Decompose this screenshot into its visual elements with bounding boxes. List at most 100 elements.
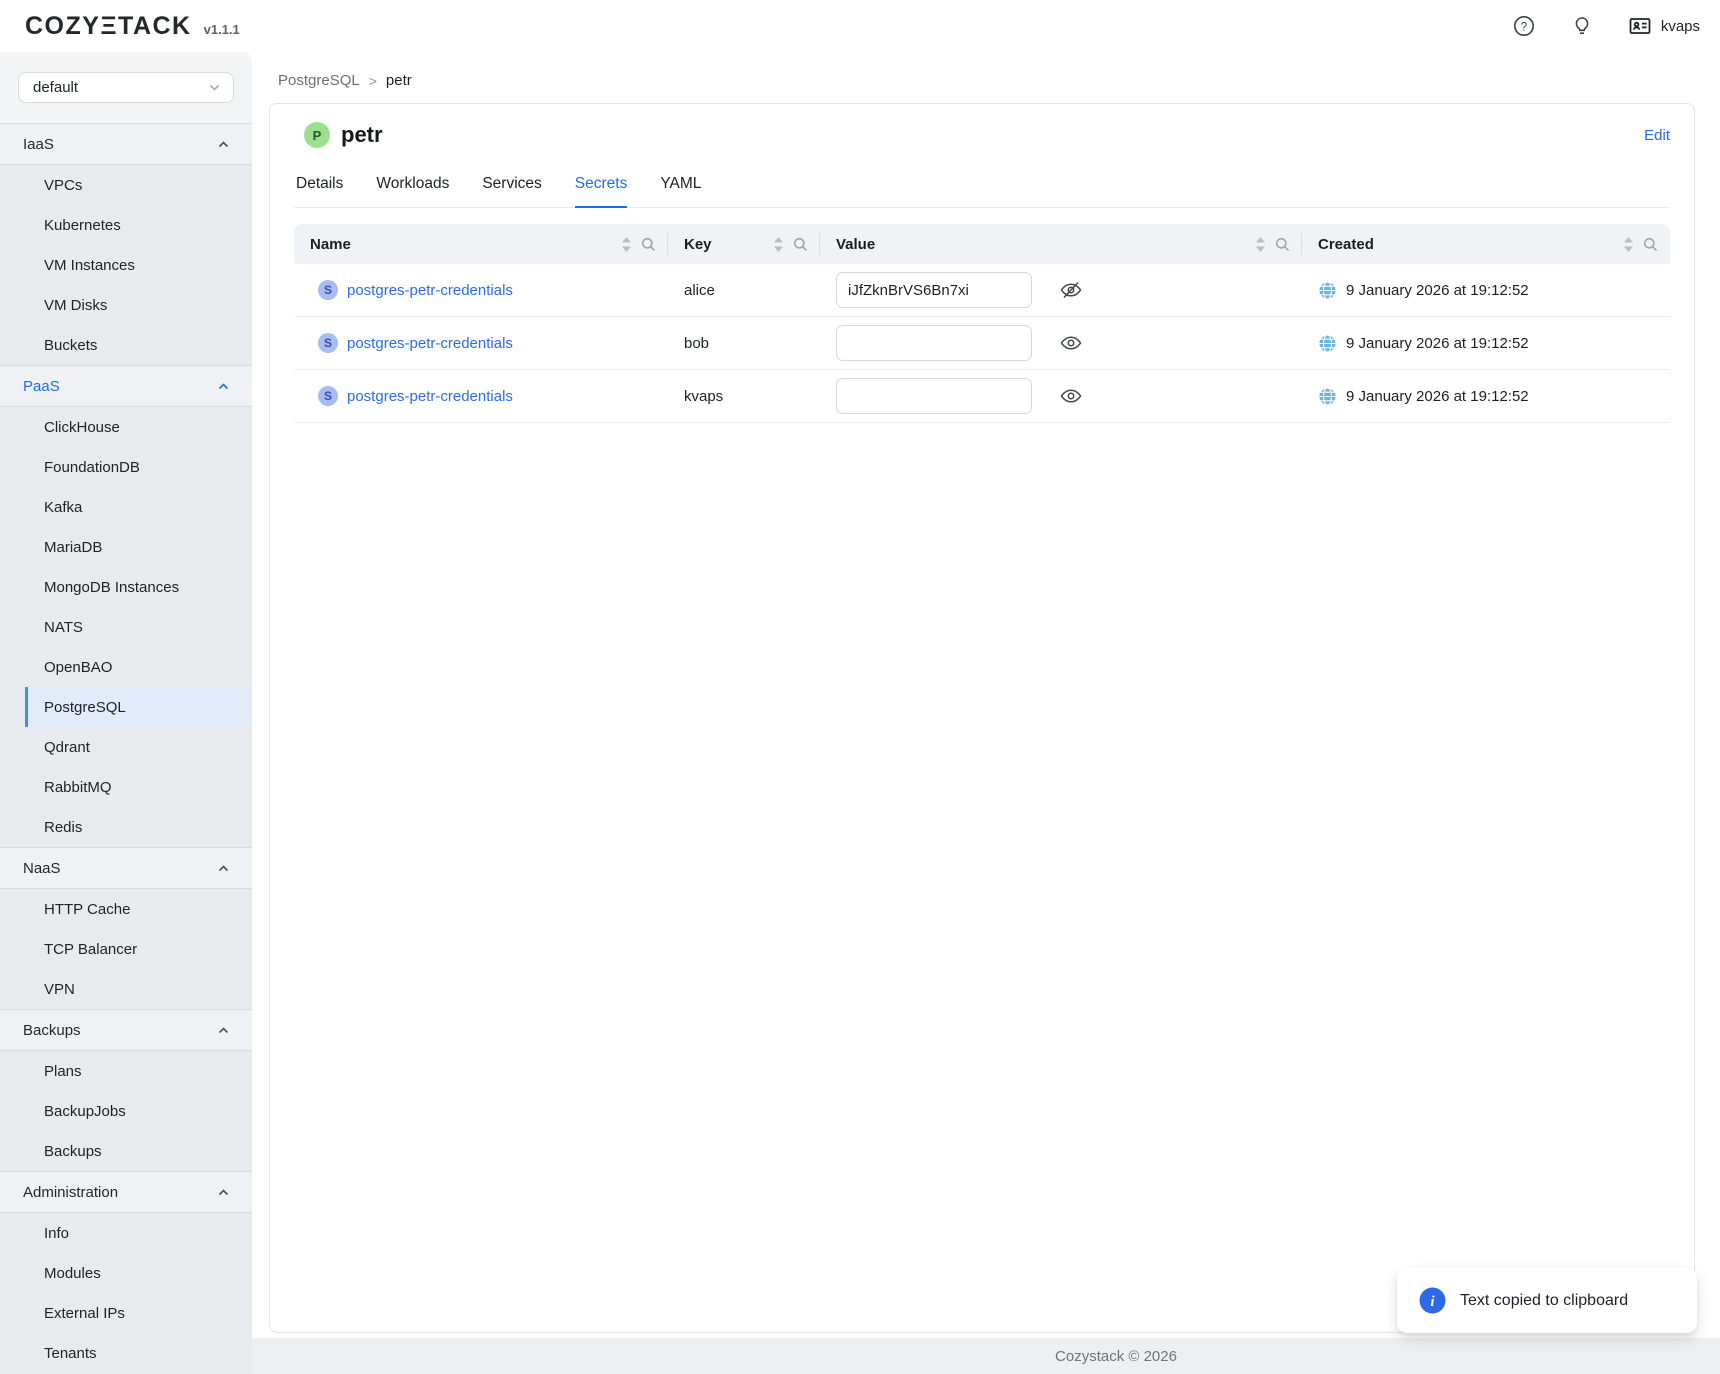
sidebar-item-mongodb-instances[interactable]: MongoDB Instances — [0, 567, 252, 607]
search-icon[interactable] — [1275, 237, 1290, 252]
search-icon[interactable] — [641, 237, 656, 252]
tab-services[interactable]: Services — [482, 175, 541, 208]
secret-key: alice — [684, 282, 715, 299]
sidebar-item-redis[interactable]: Redis — [0, 807, 252, 847]
sidebar-item-postgresql[interactable]: PostgreSQL — [25, 687, 252, 727]
sidebar-item-external-ips[interactable]: External IPs — [0, 1293, 252, 1333]
sidebar-item-vpn[interactable]: VPN — [0, 969, 252, 1009]
secret-name-link[interactable]: postgres-petr-credentials — [347, 282, 513, 299]
tab-yaml[interactable]: YAML — [660, 175, 701, 208]
secret-name-link[interactable]: postgres-petr-credentials — [347, 388, 513, 405]
tabs-bar: Details Workloads Services Secrets YAML — [294, 175, 1670, 208]
breadcrumb-postgresql[interactable]: PostgreSQL — [278, 72, 360, 89]
sidebar-item-rabbitmq[interactable]: RabbitMQ — [0, 767, 252, 807]
sidebar-item-clickhouse[interactable]: ClickHouse — [0, 407, 252, 447]
sidebar-item-qdrant[interactable]: Qdrant — [0, 727, 252, 767]
top-header: COZYΞTACK v1.1.1 ? kvaps — [0, 0, 1720, 52]
sidebar-item-foundationdb[interactable]: FoundationDB — [0, 447, 252, 487]
sidebar-nav: IaaS VPCs Kubernetes VM Instances VM Dis… — [0, 123, 252, 1374]
sidebar-item-kubernetes[interactable]: Kubernetes — [0, 205, 252, 245]
breadcrumb: PostgreSQL > petr — [252, 52, 1720, 103]
app-window: COZYΞTACK v1.1.1 ? kvaps default — [0, 0, 1720, 1374]
search-icon[interactable] — [1643, 237, 1658, 252]
sidebar-section-administration[interactable]: Administration — [0, 1171, 252, 1213]
sorter-icon[interactable] — [1623, 236, 1634, 253]
secret-value-input[interactable] — [836, 325, 1032, 361]
main-content: PostgreSQL > petr P petr Edit Details Wo… — [252, 52, 1720, 1374]
column-header-name: Name — [294, 224, 668, 264]
eye-icon[interactable] — [1059, 384, 1083, 408]
sidebar-section-iaas[interactable]: IaaS — [0, 123, 252, 165]
sorter-icon[interactable] — [1255, 236, 1266, 253]
sidebar-item-tenants[interactable]: Tenants — [0, 1333, 252, 1373]
secret-value-input[interactable] — [836, 378, 1032, 414]
table-row: S postgres-petr-credentials alice — [294, 264, 1670, 317]
table-row: S postgres-petr-credentials bob — [294, 317, 1670, 370]
eye-icon[interactable] — [1059, 331, 1083, 355]
sidebar-section-paas[interactable]: PaaS — [0, 365, 252, 407]
tenant-select[interactable]: default — [18, 72, 234, 103]
sorter-icon[interactable] — [621, 236, 632, 253]
secret-badge: S — [318, 333, 338, 353]
chevron-up-icon — [217, 1186, 230, 1199]
title-row: P petr Edit — [294, 122, 1670, 148]
lightbulb-icon[interactable] — [1570, 14, 1594, 38]
sidebar-item-modules[interactable]: Modules — [0, 1253, 252, 1293]
tab-details[interactable]: Details — [296, 175, 343, 208]
sidebar-item-vpcs[interactable]: VPCs — [0, 165, 252, 205]
copyright-text: Cozystack © 2026 — [1055, 1348, 1177, 1365]
secret-name-link[interactable]: postgres-petr-credentials — [347, 335, 513, 352]
sidebar-item-openbao[interactable]: OpenBAO — [0, 647, 252, 687]
resource-card: P petr Edit Details Workloads Services S… — [269, 103, 1695, 1333]
search-icon[interactable] — [793, 237, 808, 252]
sidebar-item-buckets[interactable]: Buckets — [0, 325, 252, 365]
sidebar-item-plans[interactable]: Plans — [0, 1051, 252, 1091]
created-timestamp: 9 January 2026 at 19:12:52 — [1346, 282, 1529, 299]
sidebar-section-backups[interactable]: Backups — [0, 1009, 252, 1051]
chevron-up-icon — [217, 862, 230, 875]
chevron-up-icon — [217, 138, 230, 151]
secret-badge: S — [318, 386, 338, 406]
sidebar: default IaaS VPCs Kubernetes VM Instance… — [0, 52, 252, 1374]
sorter-icon[interactable] — [773, 236, 784, 253]
column-header-created: Created — [1302, 224, 1670, 264]
toast-message: Text copied to clipboard — [1460, 1292, 1628, 1310]
toast-notification: i Text copied to clipboard — [1397, 1268, 1697, 1333]
breadcrumb-separator: > — [369, 73, 377, 89]
sidebar-section-naas[interactable]: NaaS — [0, 847, 252, 889]
sidebar-item-http-cache[interactable]: HTTP Cache — [0, 889, 252, 929]
table-header: Name Key — [294, 224, 1670, 264]
sidebar-item-vm-instances[interactable]: VM Instances — [0, 245, 252, 285]
sidebar-item-kafka[interactable]: Kafka — [0, 487, 252, 527]
svg-text:?: ? — [1521, 21, 1527, 33]
column-header-value: Value — [820, 224, 1302, 264]
tab-workloads[interactable]: Workloads — [376, 175, 449, 208]
page-title: petr — [341, 122, 383, 148]
chevron-up-icon — [217, 1024, 230, 1037]
user-menu[interactable]: kvaps — [1628, 14, 1700, 38]
sidebar-item-backups[interactable]: Backups — [0, 1131, 252, 1171]
tab-secrets[interactable]: Secrets — [575, 175, 628, 208]
username-label: kvaps — [1661, 18, 1700, 35]
globe-icon — [1318, 334, 1337, 353]
sidebar-item-mariadb[interactable]: MariaDB — [0, 527, 252, 567]
secret-key: kvaps — [684, 388, 723, 405]
help-icon[interactable]: ? — [1512, 14, 1536, 38]
eye-off-icon[interactable] — [1059, 278, 1083, 302]
avatar: P — [304, 122, 330, 148]
globe-icon — [1318, 387, 1337, 406]
sidebar-item-tcp-balancer[interactable]: TCP Balancer — [0, 929, 252, 969]
edit-button[interactable]: Edit — [1644, 127, 1670, 144]
table-row: S postgres-petr-credentials kvaps — [294, 370, 1670, 423]
secret-value-input[interactable] — [836, 272, 1032, 308]
sidebar-item-vm-disks[interactable]: VM Disks — [0, 285, 252, 325]
tenant-select-value: default — [33, 79, 208, 96]
secret-badge: S — [318, 280, 338, 300]
info-icon: i — [1419, 1287, 1446, 1314]
sidebar-tenant-area: default — [0, 52, 252, 123]
sidebar-item-info[interactable]: Info — [0, 1213, 252, 1253]
app-logo: COZYΞTACK — [25, 12, 192, 41]
created-timestamp: 9 January 2026 at 19:12:52 — [1346, 335, 1529, 352]
sidebar-item-backupjobs[interactable]: BackupJobs — [0, 1091, 252, 1131]
sidebar-item-nats[interactable]: NATS — [0, 607, 252, 647]
